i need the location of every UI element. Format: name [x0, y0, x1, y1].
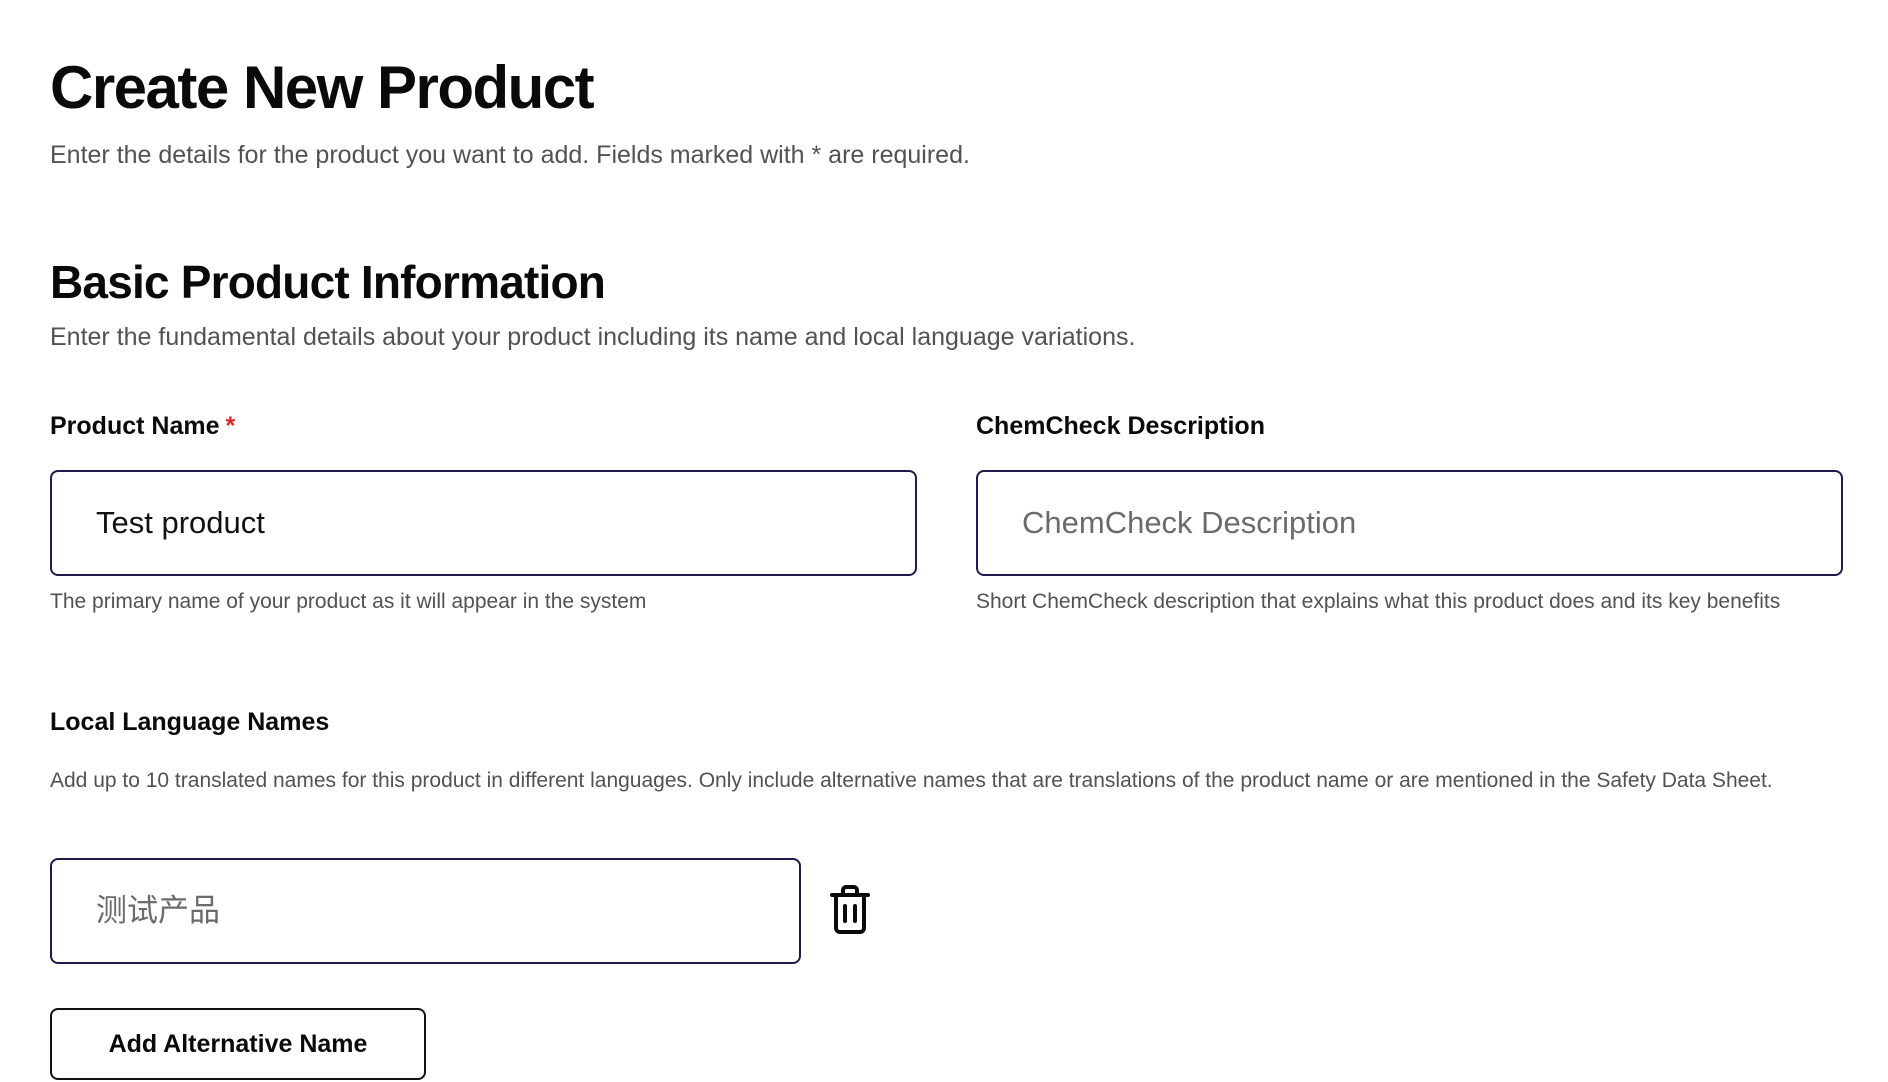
- page-title: Create New Product: [50, 54, 595, 121]
- product-name-label: Product Name *: [50, 411, 235, 441]
- local-language-names-description: Add up to 10 translated names for this p…: [50, 769, 1773, 792]
- product-name-label-text: Product Name: [50, 412, 220, 440]
- product-name-input[interactable]: [50, 470, 917, 576]
- chemcheck-description-label: ChemCheck Description: [976, 412, 1265, 440]
- product-name-help: The primary name of your product as it w…: [50, 590, 647, 613]
- section-description: Enter the fundamental details about your…: [50, 323, 1136, 351]
- trash-icon: [830, 885, 870, 934]
- local-language-names-label: Local Language Names: [50, 708, 330, 736]
- page-subtitle: Enter the details for the product you wa…: [50, 141, 970, 169]
- section-title: Basic Product Information: [50, 256, 606, 308]
- local-name-input[interactable]: [50, 858, 801, 964]
- required-mark: *: [225, 412, 236, 440]
- add-alternative-name-button[interactable]: Add Alternative Name: [50, 1008, 426, 1080]
- chemcheck-description-help: Short ChemCheck description that explain…: [976, 590, 1781, 613]
- delete-local-name-button[interactable]: [826, 882, 874, 938]
- chemcheck-description-input[interactable]: [976, 470, 1843, 576]
- create-product-page: Create New Product Enter the details for…: [0, 0, 1888, 1082]
